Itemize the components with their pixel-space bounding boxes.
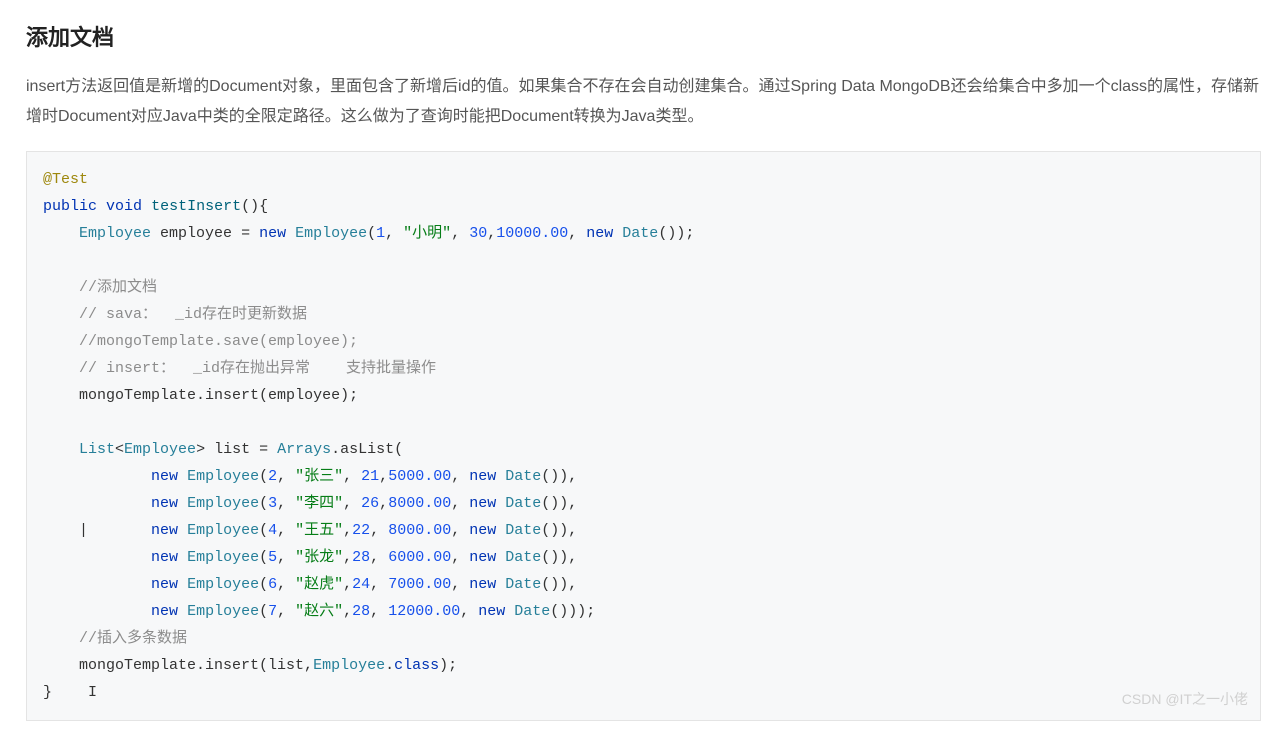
kw-new-d5: new [469, 549, 496, 566]
var-list: list [214, 441, 250, 458]
date-e3: Date [505, 495, 541, 512]
type-employee: Employee [79, 225, 151, 242]
comment-multi: //插入多条数据 [79, 630, 187, 647]
type-list: List [79, 441, 115, 458]
kw-new-d4: new [469, 522, 496, 539]
e6-id: 6 [268, 576, 277, 593]
kw-new-e7: new [151, 603, 178, 620]
insert-list-call: mongoTemplate.insert(list,Employee.class… [79, 657, 457, 674]
e7-age: 28 [352, 603, 370, 620]
ctor-e5: Employee [187, 549, 259, 566]
date-e5: Date [505, 549, 541, 566]
kw-new-d3: new [469, 495, 496, 512]
ctor-e6: Employee [187, 576, 259, 593]
section-title: 添加文档 [26, 20, 1261, 52]
ctor-employee: Employee [295, 225, 367, 242]
kw-new: new [259, 225, 286, 242]
e4-id: 4 [268, 522, 277, 539]
e4-name: "王五" [295, 522, 343, 539]
date-e4: Date [505, 522, 541, 539]
emp1-id: 1 [376, 225, 385, 242]
e2-age: 21 [361, 468, 379, 485]
kw-new-e3: new [151, 495, 178, 512]
ctor-e2: Employee [187, 468, 259, 485]
e7-name: "赵六" [295, 603, 343, 620]
e5-age: 28 [352, 549, 370, 566]
kw-void: void [106, 198, 142, 215]
e5-name: "张龙" [295, 549, 343, 566]
e6-salary: 7000.00 [388, 576, 451, 593]
type-date: Date [622, 225, 658, 242]
method-name: testInsert [151, 198, 241, 215]
watermark: CSDN @IT之一小佬 [1122, 687, 1248, 712]
e3-salary: 8000.00 [388, 495, 451, 512]
kw-public: public [43, 198, 97, 215]
e6-age: 24 [352, 576, 370, 593]
date-e2: Date [505, 468, 541, 485]
mongo-insert: mongoTemplate.insert(employee); [79, 387, 358, 404]
e3-id: 3 [268, 495, 277, 512]
e4-age: 22 [352, 522, 370, 539]
text-cursor: | [79, 522, 88, 539]
emp1-salary: 10000.00 [496, 225, 568, 242]
date-e7: Date [514, 603, 550, 620]
kw-new-e5: new [151, 549, 178, 566]
kw-new-e4: new [151, 522, 178, 539]
e4-salary: 8000.00 [388, 522, 451, 539]
date-e6: Date [505, 576, 541, 593]
ctor-e3: Employee [187, 495, 259, 512]
type-arrays: Arrays [277, 441, 331, 458]
kw-new-e6: new [151, 576, 178, 593]
e2-salary: 5000.00 [388, 468, 451, 485]
description-paragraph: insert方法返回值是新增的Document对象，里面包含了新增后id的值。如… [26, 72, 1261, 133]
kw-new-d6: new [469, 576, 496, 593]
aslist: .asList( [331, 441, 403, 458]
e2-name: "张三" [295, 468, 343, 485]
e3-age: 26 [361, 495, 379, 512]
annotation: @Test [43, 171, 88, 188]
comment-save-line: //mongoTemplate.save(employee); [79, 333, 358, 350]
kw-new-e2: new [151, 468, 178, 485]
generic-employee: Employee [124, 441, 196, 458]
e7-id: 7 [268, 603, 277, 620]
comment-add: //添加文档 [79, 279, 157, 296]
comment-insert: // insert： _id存在抛出异常 支持批量操作 [79, 360, 436, 377]
emp1-name: "小明" [403, 225, 451, 242]
code-block: @Test public void testInsert(){ Employee… [26, 151, 1261, 721]
e2-id: 2 [268, 468, 277, 485]
e5-salary: 6000.00 [388, 549, 451, 566]
kw-new-d2: new [469, 468, 496, 485]
kw-new-d7: new [478, 603, 505, 620]
e3-name: "李四" [295, 495, 343, 512]
kw-new2: new [586, 225, 613, 242]
ctor-e7: Employee [187, 603, 259, 620]
var-employee: employee [160, 225, 232, 242]
emp1-age: 30 [469, 225, 487, 242]
comment-save: // sava： _id存在时更新数据 [79, 306, 307, 323]
e5-id: 5 [268, 549, 277, 566]
e7-salary: 12000.00 [388, 603, 460, 620]
ctor-e4: Employee [187, 522, 259, 539]
e6-name: "赵虎" [295, 576, 343, 593]
